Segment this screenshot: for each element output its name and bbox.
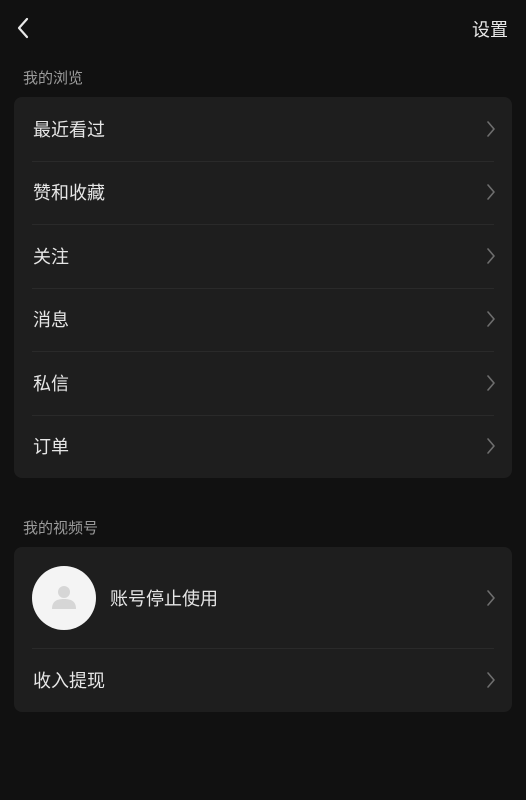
menu-item-income-withdraw[interactable]: 收入提现 [14,648,512,712]
menu-item-orders[interactable]: 订单 [14,414,512,479]
settings-button[interactable]: 设置 [472,16,508,42]
menu-item-recently-viewed[interactable]: 最近看过 [14,97,512,161]
channel-account-row[interactable]: 账号停止使用 [14,547,512,648]
chevron-right-icon [487,374,495,391]
section-title-browse: 我的浏览 [23,69,84,87]
menu-item-label: 消息 [33,310,69,332]
chevron-right-icon [487,311,495,328]
menu-item-messages[interactable]: 消息 [14,287,512,352]
chevron-right-icon [487,438,495,455]
section-title-channels: 我的视频号 [23,519,99,537]
menu-item-following[interactable]: 关注 [14,224,512,288]
menu-item-likes-favorites[interactable]: 赞和收藏 [14,160,512,225]
channel-account-label: 账号停止使用 [110,588,218,610]
menu-item-label: 最近看过 [33,119,105,141]
back-button[interactable] [12,14,36,42]
menu-item-label: 关注 [33,246,69,268]
avatar [32,565,96,630]
top-bar: 设置 [0,0,526,56]
browse-card: 最近看过 赞和收藏 关注 消息 私信 订单 [14,97,512,478]
channels-card: 账号停止使用 收入提现 [14,547,512,712]
menu-item-label: 订单 [33,437,69,459]
chevron-right-icon [487,184,495,201]
chevron-right-icon [487,120,495,137]
chevron-left-icon [17,17,29,39]
channels-browse-page: 设置 我的浏览 最近看过 赞和收藏 关注 消息 私信 订单 我的视频号 账号停止… [0,0,526,800]
chevron-right-icon [487,247,495,264]
default-avatar-icon [52,585,76,609]
menu-item-label: 赞和收藏 [33,183,105,205]
menu-item-label: 收入提现 [33,670,105,692]
menu-item-label: 私信 [33,373,69,395]
menu-item-private-messages[interactable]: 私信 [14,351,512,415]
chevron-right-icon [487,589,495,606]
chevron-right-icon [487,671,495,688]
